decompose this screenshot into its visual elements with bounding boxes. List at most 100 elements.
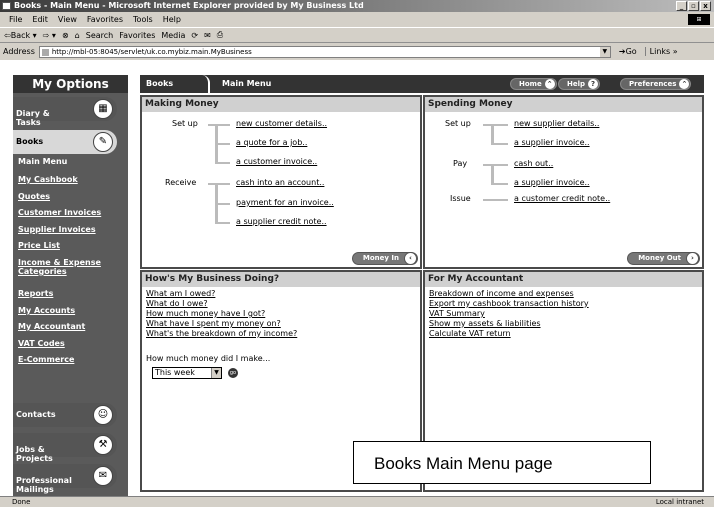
address-input[interactable]: http://mbl-05:8045/servlet/uk.co.mybiz.m… [38,45,611,58]
contacts-button[interactable]: Contacts ☺ [13,403,117,427]
flow-arrow [483,199,508,201]
books-button[interactable]: Books ✎ [13,130,117,154]
chevron-down-icon[interactable]: ▼ [211,368,221,378]
question-money[interactable]: How much money have I got? [146,309,420,319]
tab-books[interactable]: Books [140,75,210,93]
contacts-label: Contacts [16,410,56,419]
link-customer-invoice[interactable]: a customer invoice.. [236,157,317,166]
flow-arrow [215,222,230,224]
sidebar-link-customer-invoices[interactable]: Customer Invoices [18,208,101,217]
question-breakdown[interactable]: What's the breakdown of my income? [146,329,420,339]
help-label: Help [567,80,586,88]
accountant-links: Breakdown of income and expenses Export … [425,289,702,339]
sm-pay-link-1[interactable]: a supplier invoice.. [514,178,590,187]
forward-button[interactable]: ⇨ ▾ [43,31,56,40]
link-vat-summary[interactable]: VAT Summary [429,309,702,319]
mm-setup-link-1[interactable]: a quote for a job.. [236,138,307,147]
jobs-projects-button[interactable]: Jobs & Projects ⚒ [13,433,117,463]
favorites-button[interactable]: Favorites [119,31,155,40]
worker-icon: ⚒ [93,435,113,455]
home-nav-button[interactable]: Home ⌃ [510,78,557,90]
preferences-nav-button[interactable]: Preferences ⌃ [620,78,692,90]
menu-file[interactable]: File [4,13,27,26]
links-button[interactable]: Links » [644,47,678,56]
question-owed[interactable]: What am I owed? [146,289,420,299]
money-in-button[interactable]: Money In ‹ [351,252,418,265]
sidebar-link-my-accounts[interactable]: My Accounts [18,306,75,315]
sidebar-link-quotes[interactable]: Quotes [18,192,50,201]
question-owe[interactable]: What do I owe? [146,299,420,309]
menu-favorites[interactable]: Favorites [82,13,128,26]
period-value: This week [155,368,195,377]
go-icon[interactable]: go [228,368,238,378]
media-button[interactable]: Media [161,31,185,40]
link-assets-liabilities[interactable]: Show my assets & liabilities [429,319,702,329]
ie-icon [2,2,11,10]
link-new-customer[interactable]: new customer details.. [236,119,327,128]
link-customer-credit[interactable]: a customer credit note.. [514,194,610,203]
question-spent[interactable]: What have I spent my money on? [146,319,420,329]
link-quote[interactable]: a quote for a job.. [236,138,307,147]
money-out-button[interactable]: Money Out › [627,252,700,265]
restore-button[interactable]: ▫ [688,1,699,11]
top-navigation: Books Main Menu Home ⌃ Help ? Preference… [140,75,704,93]
link-supplier-invoice[interactable]: a supplier invoice.. [514,138,590,147]
period-select[interactable]: This week ▼ [152,367,222,379]
chevron-down-icon[interactable]: ▼ [599,46,610,57]
status-bar: Done Local intranet [0,496,714,506]
go-button[interactable]: ➔Go [619,47,637,56]
mm-receive-link-1[interactable]: payment for an invoice.. [236,198,334,207]
sidebar-header: My Options [13,75,128,93]
flow-arrow [491,143,508,145]
menu-tools[interactable]: Tools [128,13,158,26]
sm-setup-link-0[interactable]: new supplier details.. [514,119,599,128]
sidebar-link-vat-codes[interactable]: VAT Codes [18,339,65,348]
link-pay-supplier-invoice[interactable]: a supplier invoice.. [514,178,590,187]
menu-help[interactable]: Help [158,13,186,26]
link-new-supplier[interactable]: new supplier details.. [514,119,599,128]
sm-issue-link-0[interactable]: a customer credit note.. [514,194,610,203]
home-arrow-icon: ⌃ [544,79,555,89]
mail-icon[interactable]: ✉ [204,31,211,40]
money-make-prompt: How much money did I make... [146,354,271,363]
sm-setup-link-1[interactable]: a supplier invoice.. [514,138,590,147]
menu-edit[interactable]: Edit [27,13,53,26]
back-button[interactable]: ⇦Back ▾ [4,31,37,40]
sidebar-link-ecommerce[interactable]: E-Commerce [18,355,74,364]
search-button[interactable]: Search [86,31,113,40]
sidebar-link-supplier-invoices[interactable]: Supplier Invoices [18,225,96,234]
window-title-bar: Books - Main Menu - Microsoft Internet E… [0,0,714,12]
stop-button[interactable]: ⊗ [62,31,69,40]
sm-setup-label: Set up [445,119,471,128]
mm-receive-link-0[interactable]: cash into an account.. [236,178,324,187]
gear-icon: ⌃ [679,79,690,89]
link-cash-out[interactable]: cash out.. [514,159,553,168]
link-calculate-vat[interactable]: Calculate VAT return [429,329,702,339]
mm-setup-link-2[interactable]: a customer invoice.. [236,157,317,166]
tab-main-menu[interactable]: Main Menu [222,75,271,93]
sidebar-link-price-list[interactable]: Price List [18,241,60,250]
history-icon[interactable]: ⟳ [191,31,198,40]
sm-pay-link-0[interactable]: cash out.. [514,159,553,168]
help-nav-button[interactable]: Help ? [558,78,601,90]
sidebar-link-income-expense[interactable]: Income & Expense Categories [18,258,118,276]
link-breakdown-income[interactable]: Breakdown of income and expenses [429,289,702,299]
link-payment-invoice[interactable]: payment for an invoice.. [236,198,334,207]
link-export-cashbook[interactable]: Export my cashbook transaction history [429,299,702,309]
sidebar-link-my-accountant[interactable]: My Accountant [18,322,85,331]
mailings-button[interactable]: Professional Mailings ✉ [13,464,117,494]
link-supplier-credit[interactable]: a supplier credit note.. [236,217,327,226]
minimize-button[interactable]: _ [676,1,687,11]
diary-tasks-button[interactable]: Diary & Tasks ▦ [13,97,117,127]
home-button[interactable]: ⌂ [75,31,80,40]
sidebar-link-cashbook[interactable]: My Cashbook [18,175,78,184]
accountant-title: For My Accountant [425,272,702,287]
mm-setup-link-0[interactable]: new customer details.. [236,119,327,128]
close-button[interactable]: x [700,1,711,11]
print-icon[interactable]: ⎙ [217,30,223,40]
link-cash-in[interactable]: cash into an account.. [236,178,324,187]
menu-view[interactable]: View [53,13,82,26]
sidebar-link-reports[interactable]: Reports [18,289,53,298]
flow-arrow [491,183,508,185]
mm-receive-link-2[interactable]: a supplier credit note.. [236,217,327,226]
